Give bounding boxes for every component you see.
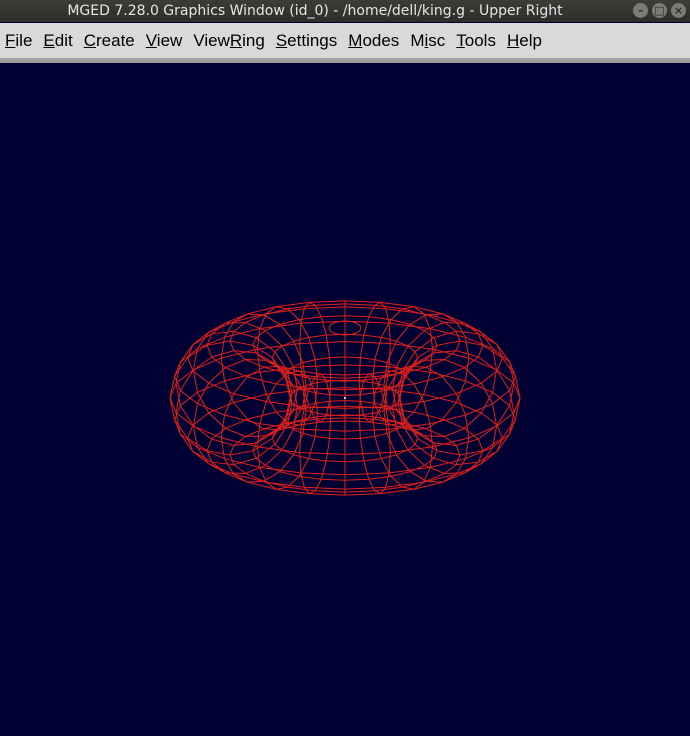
menu-misc[interactable]: Misc: [406, 31, 452, 51]
menu-file[interactable]: File: [1, 31, 39, 51]
window-title: MGED 7.28.0 Graphics Window (id_0) - /ho…: [67, 3, 563, 19]
menu-modes[interactable]: Modes: [344, 31, 406, 51]
menu-tools[interactable]: Tools: [452, 31, 503, 51]
title-bar[interactable]: MGED 7.28.0 Graphics Window (id_0) - /ho…: [0, 0, 690, 22]
window-controls: – □ ×: [633, 3, 686, 18]
wireframe-torus: [169, 300, 521, 496]
menu-create[interactable]: Create: [80, 31, 142, 51]
menu-view[interactable]: View: [142, 31, 190, 51]
maximize-icon[interactable]: □: [652, 3, 667, 18]
menu-settings[interactable]: Settings: [272, 31, 344, 51]
menu-bar: File Edit Create View ViewRing Settings …: [0, 23, 690, 59]
close-icon[interactable]: ×: [671, 3, 686, 18]
menu-edit[interactable]: Edit: [39, 31, 79, 51]
minimize-icon[interactable]: –: [633, 3, 648, 18]
graphics-viewport[interactable]: [0, 63, 690, 736]
menu-help[interactable]: Help: [503, 31, 549, 51]
mged-graphics-window: MGED 7.28.0 Graphics Window (id_0) - /ho…: [0, 0, 690, 736]
menu-viewring[interactable]: ViewRing: [189, 31, 272, 51]
center-dot-icon: [344, 397, 346, 399]
